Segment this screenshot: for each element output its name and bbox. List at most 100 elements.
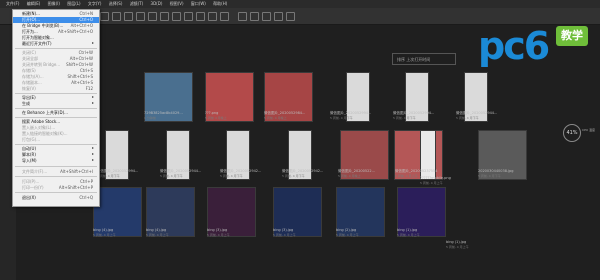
file-name: bing (4).jpg — [146, 228, 167, 232]
menu-item-label: 退出(X) — [22, 195, 36, 200]
menu-item-file-info[interactable]: 文件简介(F)... Alt+Shift+Ctrl+I — [13, 169, 99, 175]
menu-item-print[interactable]: 打印(P)... Ctrl+P — [13, 179, 99, 185]
menu-file[interactable]: 文件(F) — [6, 1, 19, 6]
file-name: 2020030440038.jpg — [478, 169, 514, 173]
menu-item-scripts[interactable]: 脚本(R) — [13, 152, 99, 158]
file-name: 729B3825ac8b4029... — [144, 111, 183, 115]
file-meta: 5 周前, 4 月上午 — [146, 233, 169, 237]
3d-icon[interactable] — [274, 12, 283, 21]
menu-item-shortcut: Alt+Shift+Ctrl+I — [60, 169, 93, 174]
menu-separator — [15, 117, 97, 118]
menu-item-open-smart-object[interactable]: 打开为智能对象... — [13, 35, 99, 41]
menu-item-import[interactable]: 导入(M) — [13, 158, 99, 164]
submenu-arrow-icon — [92, 96, 94, 98]
menu-item-label: 关闭(C) — [22, 50, 36, 55]
menu-filter[interactable]: 滤镜(T) — [130, 1, 144, 6]
menu-item-shortcut: Alt+Shift+Ctrl+P — [58, 185, 93, 190]
menu-item-shortcut: Alt+Ctrl+O — [70, 23, 93, 28]
menu-item-shortcut: Shift+Ctrl+W — [66, 62, 93, 67]
menu-item-open[interactable]: 打开(O)... Ctrl+O — [13, 17, 99, 23]
menu-item-label: 置入嵌入对象(L)... — [22, 125, 56, 130]
menu-item-new[interactable]: 新建(N)... Ctrl+N — [13, 11, 99, 17]
menu-item-label: 生成 — [22, 101, 30, 106]
align-icon[interactable] — [136, 12, 145, 21]
align-icon[interactable] — [148, 12, 157, 21]
file-name: bing (1).jpg — [446, 240, 467, 244]
menu-layer[interactable]: 图层(L) — [67, 1, 80, 6]
sort-value: 上次打开时间 — [406, 57, 431, 62]
menu-select[interactable]: 选择(S) — [109, 1, 123, 6]
distribute-icon[interactable] — [220, 12, 229, 21]
menu-item-label: 导入(M) — [22, 158, 37, 163]
file-menu: 新建(N)... Ctrl+N 打开(O)... Ctrl+O 在 Bridge 中… — [12, 9, 100, 207]
menu-item-export[interactable]: 导出(E) — [13, 95, 99, 101]
menu-help[interactable]: 帮助(H) — [213, 1, 227, 6]
cpu-badge: 41% — [563, 124, 581, 142]
menu-separator — [15, 176, 97, 177]
menu-item-print-one[interactable]: 打印一份(Y) Alt+Shift+Ctrl+P — [13, 185, 99, 191]
align-icon[interactable] — [124, 12, 133, 21]
menu-bar: 文件(F) 编辑(E) 图像(I) 图层(L) 文字(Y) 选择(S) 滤镜(T… — [0, 0, 600, 8]
menu-item-package[interactable]: 打包(G)... — [13, 137, 99, 143]
menu-item-automate[interactable]: 自动(U) — [13, 146, 99, 152]
move-icon[interactable] — [100, 12, 109, 21]
3d-icon[interactable] — [286, 12, 295, 21]
menu-item-label: 关闭并转到 Bridge... — [22, 62, 61, 67]
menu-item-browse-bridge[interactable]: 在 Bridge 中浏览(B)... Alt+Ctrl+O — [13, 23, 99, 29]
menu-item-close[interactable]: 关闭(C) Ctrl+W — [13, 50, 99, 56]
menu-item-shortcut: Alt+Ctrl+S — [71, 80, 93, 85]
menu-item-label: 最近打开文件(T) — [22, 41, 52, 46]
menu-view[interactable]: 视图(V) — [170, 1, 184, 6]
menu-item-label: 新建(N)... — [22, 11, 40, 16]
file-meta: 5 周前, 4 月上午 — [336, 233, 359, 237]
file-meta: 5 周前 4 月晚上 — [205, 116, 227, 120]
menu-item-open-as[interactable]: 打开为... Alt+Shift+Ctrl+O — [13, 29, 99, 35]
3d-icon[interactable] — [262, 12, 271, 21]
menu-item-save[interactable]: 存储(S) Ctrl+S — [13, 68, 99, 74]
menu-item-label: 打印(P)... — [22, 179, 40, 184]
sort-label: 排序 — [397, 57, 405, 62]
align-icon[interactable] — [112, 12, 121, 21]
menu-item-search-stock[interactable]: 搜索 Adobe Stock... — [13, 119, 99, 125]
file-meta: 5 周前, 4 月下午 — [97, 174, 120, 178]
3d-icon[interactable] — [250, 12, 259, 21]
distribute-icon[interactable] — [196, 12, 205, 21]
pc6-logo-tag: 教学 — [556, 26, 588, 46]
menu-item-exit[interactable]: 退出(X) Ctrl+Q — [13, 195, 99, 201]
menu-window[interactable]: 窗口(W) — [191, 1, 206, 6]
distribute-icon[interactable] — [172, 12, 181, 21]
file-name: bing (2).jpg — [336, 228, 357, 232]
menu-item-shortcut: Ctrl+N — [79, 11, 93, 16]
submenu-arrow-icon — [92, 159, 94, 161]
menu-item-label: 打开为智能对象... — [22, 35, 54, 40]
distribute-icon[interactable] — [208, 12, 217, 21]
menu-edit[interactable]: 编辑(E) — [27, 1, 41, 6]
file-meta: 5 周前, 4 月下午 — [456, 116, 479, 120]
submenu-arrow-icon — [92, 153, 94, 155]
menu-item-place-embedded[interactable]: 置入嵌入对象(L)... — [13, 125, 99, 131]
menu-item-share-behance[interactable]: 在 Behance 上共享(D)... — [13, 110, 99, 116]
menu-item-close-go-bridge[interactable]: 关闭并转到 Bridge... Shift+Ctrl+W — [13, 62, 99, 68]
menu-item-label: 在 Bridge 中浏览(B)... — [22, 23, 64, 28]
menu-item-recent[interactable]: 最近打开文件(T) — [13, 41, 99, 47]
menu-item-generate[interactable]: 生成 — [13, 101, 99, 107]
menu-type[interactable]: 文字(Y) — [88, 1, 102, 6]
menu-separator — [15, 93, 97, 94]
menu-item-close-all[interactable]: 关闭全部 Alt+Ctrl+W — [13, 56, 99, 62]
menu-3d[interactable]: 3D(D) — [151, 1, 163, 6]
menu-item-save-copy[interactable]: 存储副本... Alt+Ctrl+S — [13, 80, 99, 86]
menu-item-revert[interactable]: 恢复(V) F12 — [13, 86, 99, 92]
file-meta: 5 周前, 4 月下午 — [160, 174, 183, 178]
file-name: bing (1).jpg — [397, 228, 418, 232]
menu-item-place-linked[interactable]: 置入链接的智能对象(K)... — [13, 131, 99, 137]
distribute-icon[interactable] — [184, 12, 193, 21]
menu-image[interactable]: 图像(I) — [48, 1, 60, 6]
menu-item-shortcut: Shift+Ctrl+S — [67, 74, 93, 79]
file-meta: 5 周前, 4 月下午 — [282, 174, 305, 178]
menu-item-save-as[interactable]: 存储为(A)... Shift+Ctrl+S — [13, 74, 99, 80]
3d-icon[interactable] — [238, 12, 247, 21]
distribute-icon[interactable] — [160, 12, 169, 21]
menu-item-label: 搜索 Adobe Stock... — [22, 119, 61, 124]
menu-separator — [15, 166, 97, 167]
file-meta: 5 周前, 4 月上午 — [93, 233, 116, 237]
